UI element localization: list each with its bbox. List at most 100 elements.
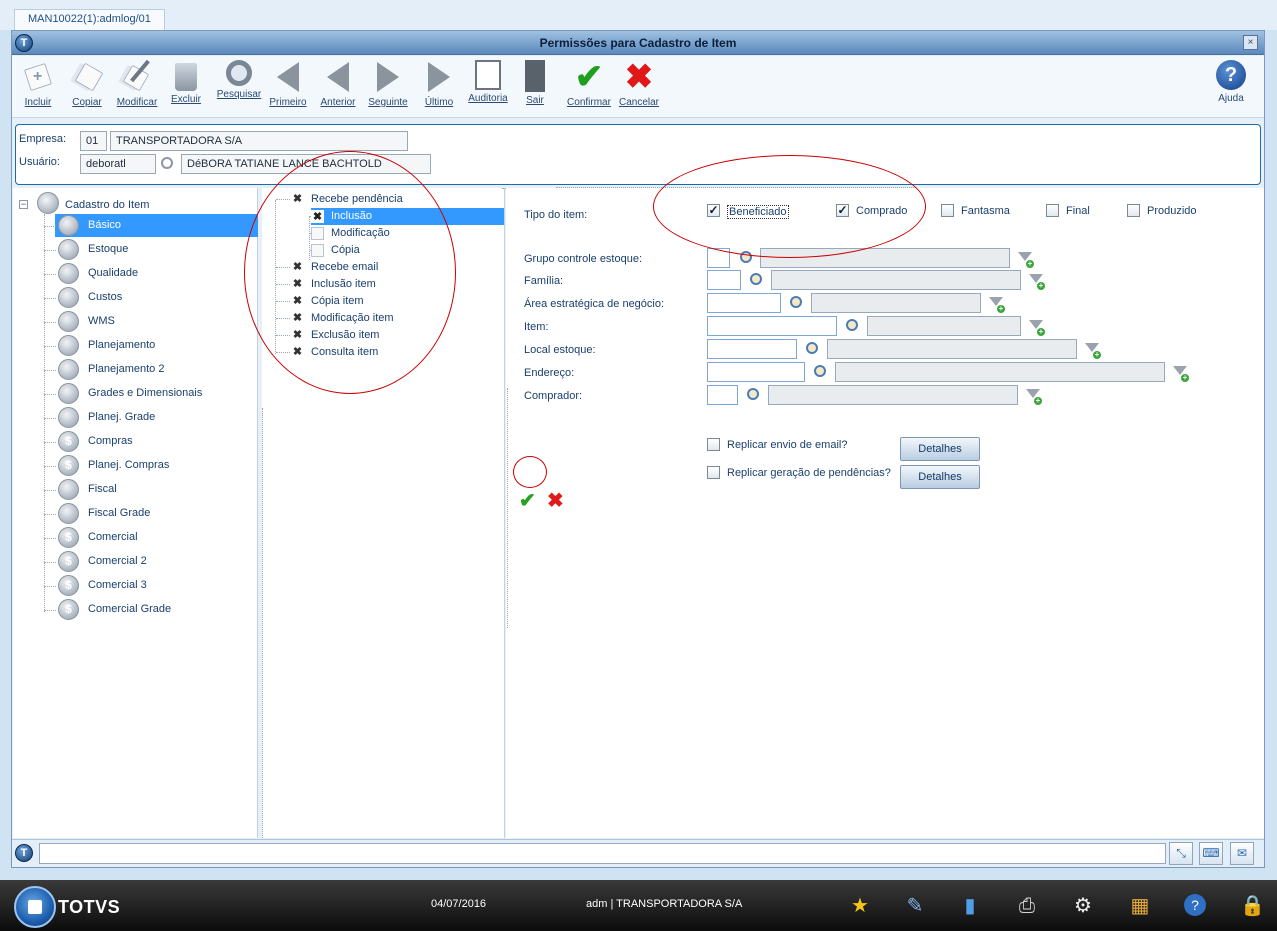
modules-icon[interactable]: ▮ — [958, 894, 982, 918]
checked-x-checkbox[interactable]: ✖ — [291, 261, 304, 274]
empty-checkbox[interactable] — [311, 227, 324, 240]
edit-icon[interactable]: ✎ — [903, 894, 927, 918]
ultimo-button[interactable]: Último — [413, 60, 465, 108]
checked-x-checkbox[interactable]: ✖ — [291, 346, 304, 359]
code-input[interactable] — [707, 316, 837, 336]
chart-icon[interactable]: ▦ — [1128, 894, 1152, 918]
permission-item[interactable]: ✖ Inclusão item — [276, 276, 481, 293]
tree-item[interactable]: Básico — [44, 214, 258, 237]
filter-icon[interactable]: + — [989, 297, 1005, 313]
cancelar-button[interactable]: ✖ Cancelar — [613, 60, 665, 108]
favorites-icon[interactable]: ★ — [848, 894, 872, 918]
detalhes-pendencias-button[interactable]: Detalhes — [900, 465, 980, 489]
checked-x-checkbox[interactable]: ✖ — [291, 329, 304, 342]
program-tab[interactable]: MAN10022(1):admlog/01 — [14, 9, 165, 30]
tipo-checkbox[interactable] — [1127, 204, 1140, 217]
code-input[interactable] — [707, 385, 738, 405]
anterior-button[interactable]: Anterior — [312, 60, 364, 108]
tree-item[interactable]: $ Comercial Grade — [44, 598, 258, 621]
permission-item[interactable]: ✖ Recebe email — [276, 259, 481, 276]
permission-item[interactable]: ✖ Inclusão — [310, 208, 504, 225]
filter-icon[interactable]: + — [1173, 366, 1189, 382]
permission-item[interactable]: ✖ Exclusão item — [276, 327, 481, 344]
settings-icon[interactable]: ⚙ — [1071, 894, 1095, 918]
replicar-email-checkbox[interactable] — [707, 438, 720, 451]
pesquisar-button[interactable]: Pesquisar — [213, 60, 265, 100]
close-button[interactable]: × — [1243, 35, 1258, 50]
modificar-button[interactable]: Modificar — [111, 59, 163, 108]
tree-item[interactable]: $ Comercial 2 — [44, 550, 258, 573]
confirm-check-icon[interactable]: ✔ — [519, 488, 536, 513]
seguinte-button[interactable]: Seguinte — [362, 60, 414, 108]
empresa-code-field[interactable]: 01 — [80, 131, 107, 151]
tree-item[interactable]: Qualidade — [44, 262, 258, 285]
totvs-logo-icon[interactable] — [14, 886, 56, 928]
excluir-button[interactable]: Excluir — [160, 60, 212, 105]
permission-item[interactable]: Modificação — [310, 225, 501, 242]
permission-item[interactable]: ✖ Recebe pendência — [276, 191, 481, 208]
checked-x-checkbox[interactable]: ✖ — [311, 210, 324, 223]
tree-item[interactable]: Grades e Dimensionais — [44, 382, 258, 405]
search-icon[interactable] — [846, 319, 858, 331]
empty-checkbox[interactable] — [311, 244, 324, 257]
search-icon[interactable] — [806, 342, 818, 354]
tree-item[interactable]: $ Comercial — [44, 526, 258, 549]
message-icon[interactable]: ✉ — [1230, 842, 1254, 865]
replicar-pendencias-checkbox[interactable] — [707, 466, 720, 479]
tree-item[interactable]: $ Planej. Compras — [44, 454, 258, 477]
tree-item[interactable]: Fiscal Grade — [44, 502, 258, 525]
tipo-checkbox[interactable] — [1046, 204, 1059, 217]
search-icon[interactable] — [747, 388, 759, 400]
tree-item[interactable]: Planej. Grade — [44, 406, 258, 429]
tree-item[interactable]: Planejamento 2 — [44, 358, 258, 381]
permission-item[interactable]: ✖ Modificação item — [276, 310, 481, 327]
help-icon[interactable]: ? — [1184, 894, 1206, 916]
copiar-button[interactable]: Copiar — [61, 60, 113, 108]
primeiro-button[interactable]: Primeiro — [262, 60, 314, 108]
permission-item[interactable]: ✖ Cópia item — [276, 293, 481, 310]
code-input[interactable] — [707, 362, 805, 382]
code-input[interactable] — [707, 293, 781, 313]
collapse-icon[interactable]: − — [19, 200, 28, 209]
tipo-checkbox[interactable]: ✓ — [707, 204, 720, 217]
tree-item[interactable]: Custos — [44, 286, 258, 309]
code-input[interactable] — [707, 270, 741, 290]
auditoria-button[interactable]: Auditoria — [462, 60, 514, 104]
code-input[interactable] — [707, 339, 797, 359]
detalhes-email-button[interactable]: Detalhes — [900, 437, 980, 461]
tipo-checkbox[interactable] — [941, 204, 954, 217]
confirmar-button[interactable]: ✔ Confirmar — [563, 60, 615, 108]
print-icon[interactable]: ⎙ — [1015, 894, 1039, 918]
permission-item[interactable]: Cópia — [310, 242, 501, 259]
lock-icon[interactable]: 🔒 — [1240, 894, 1265, 918]
checked-x-checkbox[interactable]: ✖ — [291, 295, 304, 308]
checked-x-checkbox[interactable]: ✖ — [291, 278, 304, 291]
filter-icon[interactable]: + — [1085, 343, 1101, 359]
sair-button[interactable]: Sair — [509, 60, 561, 106]
search-icon[interactable] — [790, 296, 802, 308]
search-icon[interactable] — [740, 251, 752, 263]
tree-item[interactable]: Planejamento — [44, 334, 258, 357]
search-icon[interactable] — [750, 273, 762, 285]
cancel-x-icon[interactable]: ✖ — [547, 488, 564, 513]
filter-icon[interactable]: + — [1029, 320, 1045, 336]
checked-x-checkbox[interactable]: ✖ — [291, 312, 304, 325]
usuario-code-field[interactable]: deboratl — [80, 154, 156, 174]
filter-icon[interactable]: + — [1018, 252, 1034, 268]
search-icon[interactable] — [161, 157, 173, 169]
resize-icon[interactable]: ⤡ — [1169, 842, 1193, 865]
search-icon[interactable] — [814, 365, 826, 377]
totvs-status-icon[interactable]: T — [15, 844, 33, 862]
filter-icon[interactable]: + — [1026, 389, 1042, 405]
tree-item[interactable]: $ Compras — [44, 430, 258, 453]
tipo-checkbox[interactable]: ✓ — [836, 204, 849, 217]
code-input[interactable] — [707, 248, 730, 268]
incluir-button[interactable]: + Incluir — [12, 60, 64, 108]
tree-item[interactable]: $ Comercial 3 — [44, 574, 258, 597]
filter-icon[interactable]: + — [1029, 274, 1045, 290]
tree-item[interactable]: Estoque — [44, 238, 258, 261]
tree-item[interactable]: Fiscal — [44, 478, 258, 501]
permission-item[interactable]: ✖ Consulta item — [276, 344, 481, 361]
ajuda-button[interactable]: ? Ajuda — [1205, 60, 1257, 104]
checked-x-checkbox[interactable]: ✖ — [291, 193, 304, 206]
